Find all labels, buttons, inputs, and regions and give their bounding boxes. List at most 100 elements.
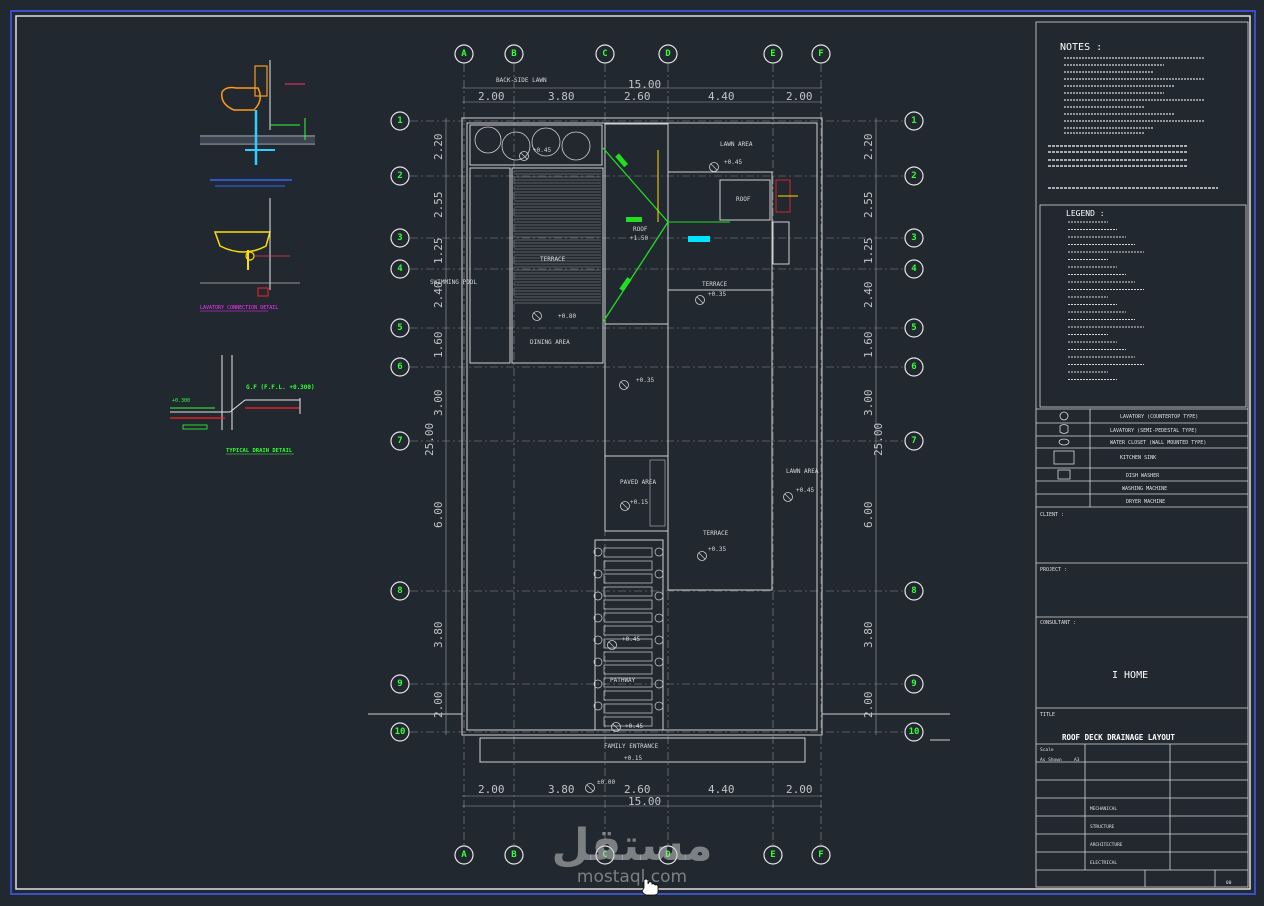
label-level-lawn-top: +0.45 <box>724 159 742 166</box>
dim-bottom-1: 2.00 <box>478 783 505 796</box>
svg-text:B: B <box>511 850 517 860</box>
dim-top-2: 3.80 <box>548 90 575 103</box>
svg-text:9: 9 <box>911 679 916 689</box>
discipline-1: MECHANICAL <box>1090 806 1117 812</box>
grid-bubble-col-f: F <box>811 44 831 64</box>
label-paved-area: PAVED AREA <box>620 479 657 486</box>
svg-text:2: 2 <box>911 171 916 181</box>
notes-title: NOTES : <box>1060 42 1102 53</box>
dim-bottom-5: 2.00 <box>786 783 813 796</box>
fixture-4: KITCHEN SINK <box>1120 455 1156 461</box>
grid-bubble-col-d: D <box>658 44 678 64</box>
svg-text:A: A <box>461 850 467 860</box>
dim-side-3: 1.25 <box>432 238 445 265</box>
dim-side-r3: 1.25 <box>862 238 875 265</box>
svg-text:2: 2 <box>397 171 402 181</box>
grid-bubble-row-4: 4 <box>390 259 410 279</box>
dim-bottom-3: 2.60 <box>624 783 651 796</box>
svg-text:7: 7 <box>911 436 916 446</box>
grid-bubble-col-f-bottom: F <box>811 845 831 865</box>
lavatory-detail-caption: LAVATORY CONNECTION DETAIL <box>200 305 278 311</box>
grid-bubble-row-8-right: 8 <box>904 581 924 601</box>
drain-level-value: +0.300 <box>172 398 190 404</box>
svg-text:10: 10 <box>909 727 920 737</box>
label-back-lawn: BACK-SIDE LAWN <box>496 77 547 84</box>
label-terrace-low: TERRACE <box>703 530 729 537</box>
dim-top-4: 4.40 <box>708 90 735 103</box>
dim-top-1: 2.00 <box>478 90 505 103</box>
grid-bubble-col-a: A <box>454 44 474 64</box>
svg-text:B: B <box>511 49 517 59</box>
grid-bubble-col-b: B <box>504 44 524 64</box>
label-level-terrace-low: +0.35 <box>708 546 726 553</box>
fixture-6: WASHING MACHINE <box>1122 486 1167 492</box>
svg-text:5: 5 <box>397 323 402 333</box>
label-roof-1: ROOF <box>633 226 648 233</box>
dim-side-6: 3.00 <box>432 390 445 417</box>
discipline-2: STRUCTURE <box>1090 824 1115 830</box>
dim-side-4: 2.40 <box>432 282 445 309</box>
svg-text:4: 4 <box>397 264 403 274</box>
svg-text:1: 1 <box>911 116 916 126</box>
discipline-3: ARCHITECTURE <box>1090 842 1123 848</box>
dim-side-total-right: 25.00 <box>872 423 885 456</box>
label-lawn-area-top: LAWN AREA <box>720 141 753 148</box>
drain-marker-cyan <box>688 236 710 242</box>
grid-bubble-row-4-right: 4 <box>904 259 924 279</box>
svg-text:D: D <box>665 49 671 59</box>
label-level-deck: +0.80 <box>558 313 576 320</box>
grid-bubble-row-9: 9 <box>390 674 410 694</box>
dim-bottom-total: 15.00 <box>628 795 661 808</box>
dim-side-8: 3.80 <box>432 622 445 649</box>
grid-bubble-row-5-right: 5 <box>904 318 924 338</box>
grid-bubble-row-1: 1 <box>390 111 410 131</box>
label-level-entrance: +0.15 <box>624 755 642 762</box>
dim-side-r2: 2.55 <box>862 192 875 219</box>
client-label: CLIENT : <box>1040 512 1064 518</box>
svg-text:E: E <box>770 850 775 860</box>
svg-text:3: 3 <box>911 233 916 243</box>
fixture-3: WATER CLOSET (WALL MOUNTED TYPE) <box>1110 440 1206 446</box>
dim-side-r6: 3.00 <box>862 390 875 417</box>
fixture-5: DISH WASHER <box>1126 473 1160 479</box>
label-lawn-area-side: LAWN AREA <box>786 468 819 475</box>
drain-detail-caption: TYPICAL DRAIN DETAIL <box>226 448 293 454</box>
label-level-roof: +1.50 <box>630 235 648 242</box>
sheet-size: A3 <box>1074 757 1080 763</box>
dim-side-r7: 6.00 <box>862 502 875 529</box>
label-pathway: PATHWAY <box>610 677 636 684</box>
scale-value: As Shown <box>1040 757 1062 763</box>
label-level-ground: ±0.00 <box>597 779 615 786</box>
svg-text:7: 7 <box>397 436 402 446</box>
dim-side-r8: 3.80 <box>862 622 875 649</box>
dim-side-r4: 2.40 <box>862 282 875 309</box>
drawing-title: ROOF DECK DRAINAGE LAYOUT <box>1062 733 1175 742</box>
consultant-label: CONSULTANT : <box>1040 620 1076 626</box>
svg-text:8: 8 <box>397 586 402 596</box>
dim-side-2: 2.55 <box>432 192 445 219</box>
grid-bubble-row-8: 8 <box>390 581 410 601</box>
discipline-4: ELECTRICAL <box>1090 860 1117 866</box>
dim-side-r5: 1.60 <box>862 332 875 359</box>
grid-bubble-row-6-right: 6 <box>904 357 924 377</box>
dim-side-7: 6.00 <box>432 502 445 529</box>
grid-bubble-row-7-right: 7 <box>904 431 924 451</box>
label-dining-area: DINING AREA <box>530 339 570 346</box>
label-level-strip: +0.35 <box>636 377 654 384</box>
dim-top-5: 2.00 <box>786 90 813 103</box>
svg-text:1: 1 <box>397 116 402 126</box>
label-family-entrance: FAMILY ENTRANCE <box>604 743 659 750</box>
dim-bottom-2: 3.80 <box>548 783 575 796</box>
grid-bubble-col-c: C <box>595 44 615 64</box>
label-level-path-end: +0.45 <box>625 723 643 730</box>
label-roof-2: ROOF <box>736 196 751 203</box>
dim-side-1: 2.20 <box>432 134 445 161</box>
dim-side-r1: 2.20 <box>862 134 875 161</box>
grid-bubble-col-e-bottom: E <box>763 845 783 865</box>
project-label: PROJECT : <box>1040 567 1067 573</box>
svg-text:10: 10 <box>395 727 406 737</box>
label-terrace-mid: TERRACE <box>702 281 728 288</box>
legend-title: LEGEND : <box>1066 209 1105 218</box>
grid-bubble-col-e: E <box>763 44 783 64</box>
grid-bubble-col-b-bottom: B <box>504 845 524 865</box>
